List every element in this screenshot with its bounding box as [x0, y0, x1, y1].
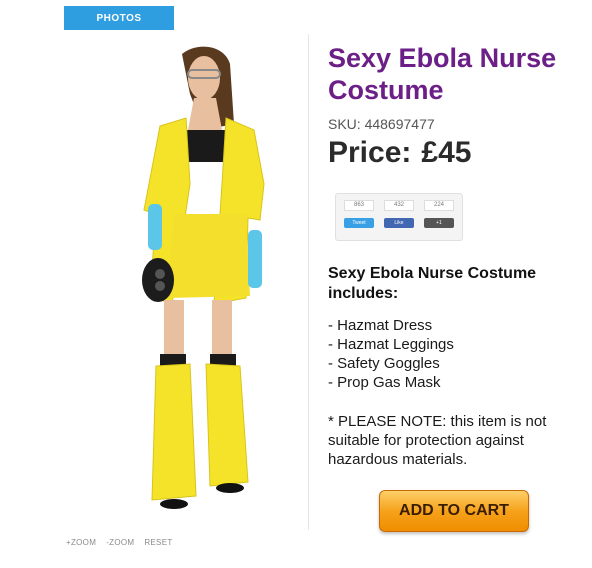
- tweet-share: 863 Tweet: [344, 200, 374, 228]
- like-share: 432 Like: [384, 200, 414, 228]
- photos-tab[interactable]: PHOTOS: [64, 6, 174, 30]
- list-item: - Hazmat Leggings: [328, 336, 454, 353]
- zoom-controls: +ZOOM -ZOOM RESET: [66, 538, 173, 552]
- product-price: Price: £45: [328, 136, 588, 170]
- zoom-in-button[interactable]: +ZOOM: [66, 538, 96, 552]
- tweet-button[interactable]: Tweet: [344, 218, 374, 228]
- costume-model-image: [142, 46, 265, 509]
- like-button[interactable]: Like: [384, 218, 414, 228]
- product-details: Sexy Ebola Nurse Costume SKU: 448697477 …: [328, 42, 588, 170]
- add-to-cart-button[interactable]: ADD TO CART: [379, 490, 529, 532]
- tweet-count: 863: [344, 200, 374, 211]
- plusone-button[interactable]: +1: [424, 218, 454, 228]
- includes-list: - Hazmat Dress - Hazmat Leggings - Safet…: [328, 316, 454, 392]
- like-count: 432: [384, 200, 414, 211]
- list-item: - Safety Goggles: [328, 355, 440, 372]
- product-title: Sexy Ebola Nurse Costume: [328, 43, 557, 105]
- list-item: - Prop Gas Mask: [328, 374, 441, 391]
- price-label: Price:: [328, 136, 412, 169]
- plusone-count: 224: [424, 200, 454, 211]
- plusone-share: 224 +1: [424, 200, 454, 228]
- list-item: - Hazmat Dress: [328, 317, 433, 334]
- safety-note: * PLEASE NOTE: this item is not suitable…: [328, 413, 547, 468]
- product-photo: [64, 34, 309, 530]
- includes-heading: Sexy Ebola Nurse Costume includes:: [328, 265, 537, 302]
- zoom-out-button[interactable]: -ZOOM: [106, 538, 134, 552]
- price-value: £45: [421, 136, 472, 169]
- product-sku: SKU: 448697477: [328, 116, 435, 132]
- social-share-widget: 863 Tweet 432 Like 224 +1: [335, 193, 463, 241]
- reset-zoom-button[interactable]: RESET: [144, 538, 172, 552]
